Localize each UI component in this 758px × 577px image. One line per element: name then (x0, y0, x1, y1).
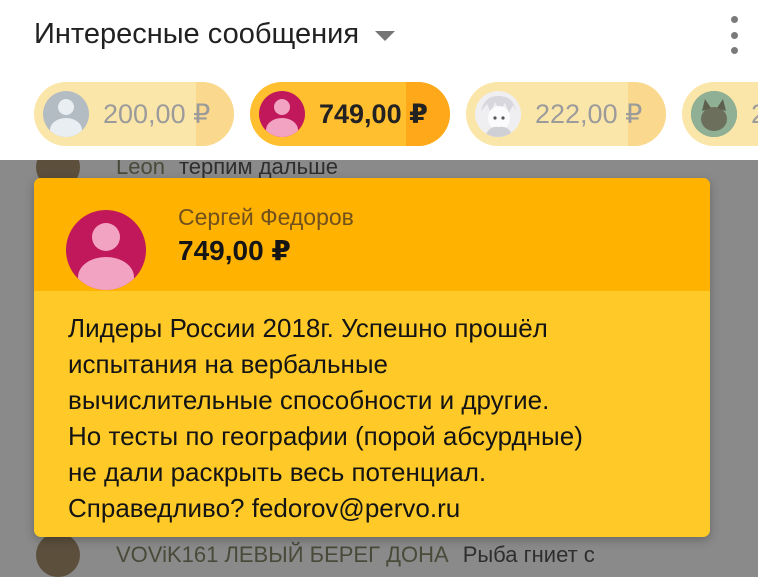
donation-amount: 749,00 ₽ (178, 235, 291, 266)
avatar (259, 91, 305, 137)
chat-message: VOViK161 ЛЕВЫЙ БЕРЕГ ДОНА Рыба гниет с (36, 533, 595, 577)
more-vert-icon[interactable] (726, 16, 742, 54)
donation-chip[interactable]: 222,00 ₽ (466, 82, 666, 146)
card-header: Сергей Федоров 749,00 ₽ (34, 178, 710, 291)
donation-chip[interactable]: 200,00 ₽ (34, 82, 234, 146)
caret-down-icon (375, 31, 396, 41)
header: Интересные сообщения 200,00 ₽ 749,00 ₽ 2… (0, 0, 758, 160)
donation-card: Сергей Федоров 749,00 ₽ Лидеры России 20… (34, 178, 710, 537)
title-dropdown[interactable]: Интересные сообщения (34, 14, 396, 54)
avatar (36, 533, 80, 577)
donation-chip[interactable]: 2 (682, 82, 758, 146)
chip-amount: 749,00 ₽ (319, 98, 428, 129)
chip-amount: 2 (751, 99, 758, 130)
page-title: Интересные сообщения (34, 17, 360, 50)
anime-avatar (475, 91, 521, 137)
donation-chip-selected[interactable]: 749,00 ₽ (250, 82, 450, 146)
chip-amount: 222,00 ₽ (535, 98, 643, 129)
cat-avatar (691, 91, 737, 137)
donor-name: Сергей Федоров (178, 204, 354, 230)
avatar (43, 91, 89, 137)
chip-amount: 200,00 ₽ (103, 98, 211, 129)
donation-chips: 200,00 ₽ 749,00 ₽ 222,00 ₽ (34, 82, 758, 146)
message-text: Рыба гниет с (462, 542, 595, 567)
donation-message: Лидеры России 2018г. Успешно прошёл испы… (68, 313, 583, 523)
message-author: VOViK161 ЛЕВЫЙ БЕРЕГ ДОНА (116, 542, 449, 567)
avatar (66, 210, 146, 290)
